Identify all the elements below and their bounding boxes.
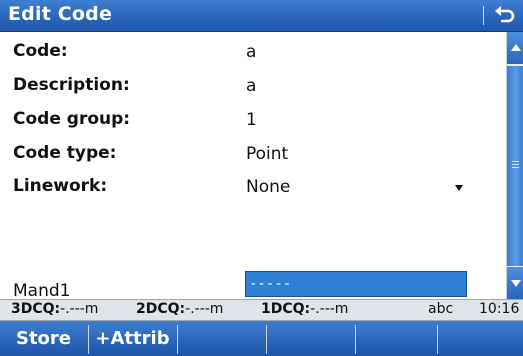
status-3dcq: 3DCQ:-.---m — [11, 301, 99, 317]
scroll-grip — [512, 161, 519, 162]
field-linework[interactable]: Linework: None — [13, 176, 503, 204]
linework-select[interactable]: None — [246, 177, 290, 197]
field-code-group[interactable]: Code group: 1 — [13, 109, 503, 137]
attribute-input[interactable]: ----- — [245, 271, 467, 297]
add-attrib-button[interactable]: +Attrib — [89, 321, 176, 356]
field-label: Linework: — [13, 176, 108, 196]
code-type-value[interactable]: Point — [246, 144, 288, 164]
scroll-grip — [512, 167, 519, 168]
title-bar: Edit Code — [0, 0, 523, 32]
field-description[interactable]: Description: a — [13, 75, 503, 103]
field-label: Description: — [13, 75, 130, 95]
input-mode[interactable]: abc — [428, 301, 453, 317]
vertical-scrollbar[interactable] — [506, 32, 523, 299]
dropdown-arrow-icon[interactable] — [455, 185, 463, 191]
back-arrow-icon[interactable] — [491, 4, 517, 27]
field-code[interactable]: Code: a — [13, 41, 503, 69]
window-title: Edit Code — [8, 3, 113, 25]
clock: 10:16 — [479, 301, 520, 317]
status-1dcq: 1DCQ:-.---m — [261, 301, 349, 317]
code-value[interactable]: a — [246, 42, 256, 62]
code-group-value[interactable]: 1 — [246, 110, 257, 130]
scroll-up-button[interactable] — [507, 32, 523, 64]
softkey-3[interactable] — [178, 321, 265, 356]
status-2dcq: 2DCQ:-.---m — [136, 301, 224, 317]
field-code-type[interactable]: Code type: Point — [13, 143, 503, 171]
softkey-bar: Store +Attrib — [0, 321, 523, 356]
softkey-6[interactable] — [438, 321, 523, 356]
attribute-label: Mand1 — [13, 281, 71, 301]
scroll-grip — [512, 164, 519, 165]
title-divider — [483, 6, 484, 25]
field-label: Code type: — [13, 143, 117, 163]
field-label: Code: — [13, 41, 68, 61]
softkey-4[interactable] — [267, 321, 354, 356]
description-value[interactable]: a — [246, 76, 256, 96]
scroll-down-button[interactable] — [507, 267, 523, 299]
status-bar: 3DCQ:-.---m 2DCQ:-.---m 1DCQ:-.---m abc … — [0, 299, 523, 321]
scroll-thumb[interactable] — [507, 66, 523, 266]
field-label: Code group: — [13, 109, 131, 129]
form-content: Code: a Description: a Code group: 1 Cod… — [0, 32, 505, 274]
store-button[interactable]: Store — [0, 321, 87, 356]
softkey-5[interactable] — [356, 321, 436, 356]
